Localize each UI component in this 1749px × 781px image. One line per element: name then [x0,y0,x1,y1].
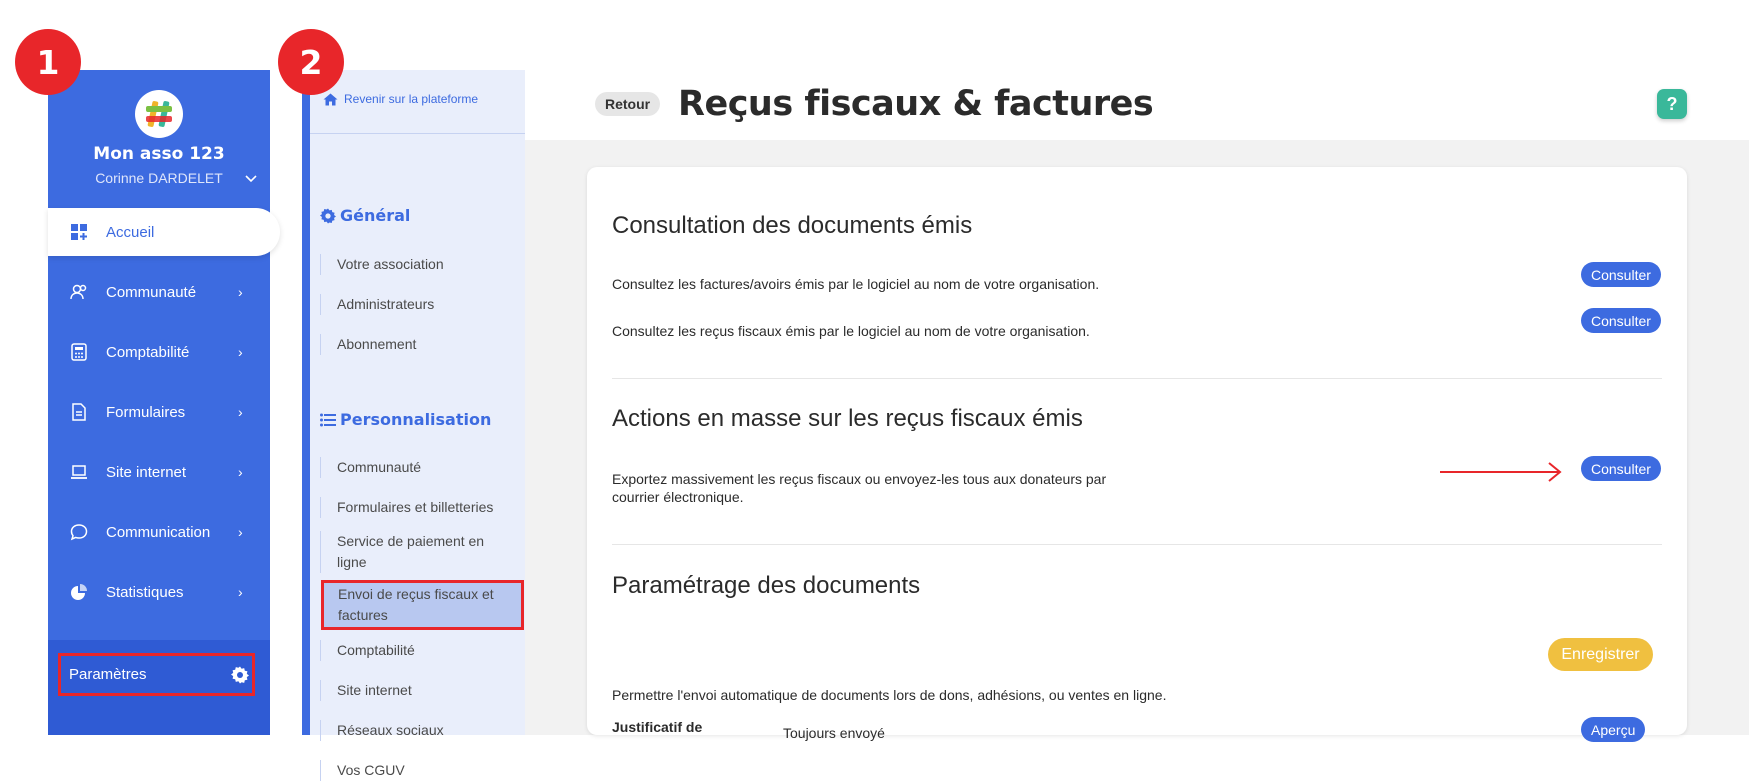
chevron-right-icon: › [238,344,243,360]
sidebar-item-site-internet[interactable]: Site internet › [48,448,270,496]
consult-invoices-text: Consultez les factures/avoirs émis par l… [612,276,1100,292]
submenu-item-formulaires[interactable]: Formulaires et billetteries [320,497,510,518]
auto-send-text: Permettre l'envoi automatique de documen… [612,687,1167,703]
actions-text-line1: Exportez massivement les reçus fiscaux o… [612,471,1107,487]
step-marker-1: 1 [15,29,81,95]
section-title: Général [340,206,411,225]
hashtag-logo-icon [146,101,172,127]
gear-icon [231,666,249,684]
content-card [587,167,1687,735]
sidebar-item-label: Communication [106,523,211,541]
help-button[interactable]: ? [1657,89,1687,119]
back-to-platform-link[interactable]: Revenir sur la plateforme [323,92,478,106]
sidebar-item-label: Comptabilité [106,343,190,361]
arrow-right-icon [1440,462,1562,482]
list-icon [320,413,336,426]
submenu-item-communaute[interactable]: Communauté [320,457,510,478]
row-value: Toujours envoyé [783,725,885,741]
section-divider [612,544,1662,545]
chat-icon [70,524,88,541]
submenu-accent-bar [302,70,310,735]
sidebar-item-label: Communauté [106,283,197,301]
sidebar-item-statistiques[interactable]: Statistiques › [48,568,270,616]
consult-receipts-button[interactable]: Consulter [1581,308,1661,333]
submenu-item-administrateurs[interactable]: Administrateurs [320,294,510,315]
section-title-actions: Actions en masse sur les reçus fiscaux é… [612,405,1083,432]
submenu-section-general: Général [320,206,410,225]
chevron-right-icon: › [238,584,243,600]
page-title: Reçus fiscaux & factures [678,84,1154,124]
chevron-right-icon: › [238,464,243,480]
chevron-right-icon: › [238,284,243,300]
dashboard-icon [71,224,87,240]
submenu-item-cguv[interactable]: Vos CGUV [320,760,510,781]
gear-icon [320,207,336,224]
back-button[interactable]: Retour [595,92,661,116]
sidebar-item-label: Accueil [106,223,155,241]
bulk-actions-button[interactable]: Consulter [1581,456,1661,481]
submenu-item-paiement[interactable]: Service de paiement en ligne [320,531,510,573]
org-name: Mon asso 123 [93,144,225,164]
submenu-item-recus-fiscaux[interactable]: Envoi de reçus fiscaux et factures [321,580,524,630]
sidebar-item-communaute[interactable]: Communauté › [48,268,270,316]
consult-invoices-button[interactable]: Consulter [1581,262,1661,287]
consult-receipts-text: Consultez les reçus fiscaux émis par le … [612,323,1090,339]
user-name[interactable]: Corinne DARDELET [48,170,270,186]
section-title-consultation: Consultation des documents émis [612,212,973,239]
step-marker-2: 2 [278,29,344,95]
save-button[interactable]: Enregistrer [1548,638,1653,671]
preview-button[interactable]: Aperçu [1581,717,1646,742]
sidebar-item-comptabilite[interactable]: Comptabilité › [48,328,270,376]
submenu-section-personnalisation: Personnalisation [320,410,491,429]
pie-chart-icon [71,584,87,600]
submenu-item-reseaux-sociaux[interactable]: Réseaux sociaux [320,720,510,741]
sidebar-item-label: Site internet [106,463,187,481]
sidebar-item-parametres[interactable]: Paramètres [58,653,255,696]
submenu-divider [310,133,525,134]
chevron-down-icon[interactable] [245,172,257,186]
laptop-icon [71,465,87,479]
sidebar-item-label: Statistiques [106,583,184,601]
people-icon [70,284,87,300]
section-title: Personnalisation [340,410,492,429]
calculator-icon [71,343,87,361]
sidebar-item-accueil[interactable]: Accueil [48,208,280,256]
main-sidebar: Mon asso 123 Corinne DARDELET Accueil Co… [48,70,280,735]
sidebar-item-label: Formulaires [106,403,186,421]
sidebar-item-communication[interactable]: Communication › [48,508,270,556]
section-divider [612,378,1662,379]
section-title-parametrage: Paramétrage des documents [612,572,921,599]
back-link-label: Revenir sur la plateforme [344,92,479,106]
chevron-right-icon: › [238,404,243,420]
settings-label: Paramètres [69,666,147,683]
chevron-right-icon: › [238,524,243,540]
actions-text-line2: courrier électronique. [612,489,744,505]
submenu-item-site-internet[interactable]: Site internet [320,680,510,701]
document-icon [72,403,86,421]
settings-submenu: Revenir sur la plateforme Général Votre … [310,70,525,781]
sidebar-item-formulaires[interactable]: Formulaires › [48,388,270,436]
org-logo[interactable] [135,90,183,138]
submenu-item-comptabilite[interactable]: Comptabilité [320,640,510,661]
row-label-justificatif: Justificatif de [612,719,703,735]
submenu-item-abonnement[interactable]: Abonnement [320,334,510,355]
submenu-item-votre-association[interactable]: Votre association [320,254,510,275]
home-icon [323,93,338,105]
